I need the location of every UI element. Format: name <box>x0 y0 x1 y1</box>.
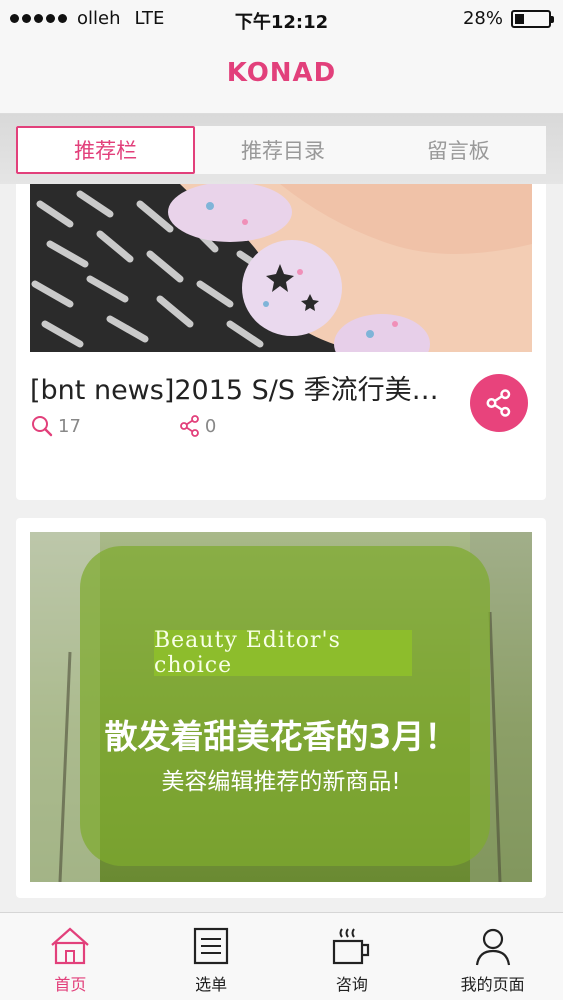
views-stat: 17 <box>30 414 81 438</box>
card-stats: 17 0 <box>30 414 216 438</box>
feed-card[interactable]: Beauty Editor's choice 散发着甜美花香的3月！ 美容编辑推… <box>16 518 546 898</box>
card-title[interactable]: [bnt news]2015 S/S 季流行美… <box>30 368 460 407</box>
tabbar-label: 首页 <box>54 975 87 994</box>
tabs-container: 推荐栏 推荐目录 留言板 <box>0 114 563 184</box>
tab-recommend-catalog[interactable]: 推荐目录 <box>195 126 370 174</box>
shares-count: 0 <box>204 415 217 437</box>
tabbar-consult[interactable]: 咨询 <box>282 913 423 1000</box>
nav-bar: KONAD <box>0 40 563 114</box>
banner-headline: 散发着甜美花香的3月！ <box>104 717 458 756</box>
feed-card[interactable]: [bnt news]2015 S/S 季流行美… 17 0 <box>16 184 546 500</box>
menu-list-icon <box>194 927 229 965</box>
tabbar-my-page[interactable]: 我的页面 <box>422 913 563 1000</box>
status-right: 28% <box>462 8 554 29</box>
banner-overlay <box>80 546 490 866</box>
tab-recommend[interactable]: 推荐栏 <box>16 126 196 174</box>
coffee-cup-icon <box>332 928 369 965</box>
share-icon <box>180 415 199 437</box>
segment-tabs: 推荐栏 推荐目录 留言板 <box>16 126 546 174</box>
person-icon <box>475 928 510 966</box>
tabbar-label: 我的页面 <box>460 975 525 994</box>
tab-message-board[interactable]: 留言板 <box>371 126 546 174</box>
views-count: 17 <box>58 415 81 437</box>
status-bar: olleh LTE 下午12:12 28% <box>0 0 563 40</box>
home-icon <box>51 927 90 965</box>
nail-art-photo[interactable] <box>30 184 532 352</box>
search-icon <box>32 416 53 437</box>
banner-tag: Beauty Editor's choice <box>154 628 412 678</box>
share-button[interactable] <box>470 374 528 432</box>
banner-subline: 美容编辑推荐的新商品! <box>161 769 401 795</box>
share-icon <box>486 389 511 417</box>
bottom-tab-bar: 首页 选单 咨询 我的页面 <box>0 912 563 1000</box>
battery-percent: 28% <box>462 8 503 29</box>
tabbar-home[interactable]: 首页 <box>0 913 141 1000</box>
tabbar-label: 咨询 <box>335 975 368 994</box>
shares-stat: 0 <box>179 414 216 438</box>
page-title: KONAD <box>226 58 337 88</box>
feed-list[interactable]: [bnt news]2015 S/S 季流行美… 17 0 Beauty Edi… <box>0 184 563 912</box>
beauty-editor-banner[interactable]: Beauty Editor's choice 散发着甜美花香的3月！ 美容编辑推… <box>30 532 532 882</box>
tabbar-label: 选单 <box>195 975 228 994</box>
battery-icon <box>511 9 554 28</box>
app-screen: olleh LTE 下午12:12 28% KONAD 推荐栏 推荐目录 留言板 <box>0 0 563 1000</box>
tabbar-menu[interactable]: 选单 <box>141 913 282 1000</box>
